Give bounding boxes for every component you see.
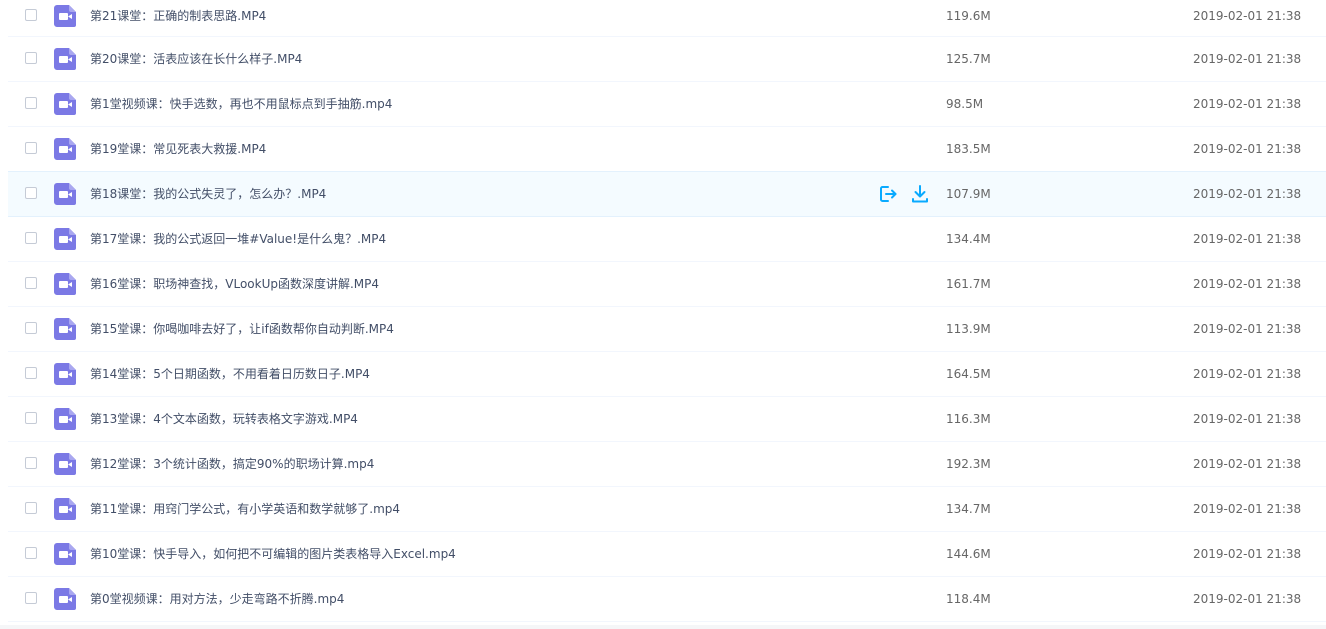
file-row[interactable]: 第11堂课：用窍门学公式，有小学英语和数学就够了.mp4 134.7M 2019… [8, 487, 1326, 532]
row-checkbox[interactable] [25, 457, 37, 469]
file-size: 125.7M [946, 52, 991, 66]
file-row[interactable]: 第20课堂：活表应该在长什么样子.MP4 125.7M 2019-02-01 2… [8, 37, 1326, 82]
file-name[interactable]: 第11堂课：用窍门学公式，有小学英语和数学就够了.mp4 [90, 502, 400, 516]
file-name[interactable]: 第20课堂：活表应该在长什么样子.MP4 [90, 52, 302, 66]
file-row[interactable]: 第0堂视频课：用对方法，少走弯路不折腾.mp4 118.4M 2019-02-0… [8, 577, 1326, 622]
video-file-icon [54, 453, 76, 475]
row-checkbox[interactable] [25, 547, 37, 559]
file-date: 2019-02-01 21:38 [1193, 97, 1302, 111]
video-file-icon [54, 588, 76, 610]
file-size: 119.6M [946, 9, 991, 23]
file-row[interactable]: 第12堂课：3个统计函数，搞定90%的职场计算.mp4 192.3M 2019-… [8, 442, 1326, 487]
file-row-hovered[interactable]: 第18课堂：我的公式失灵了，怎么办？.MP4 107.9M 2019-02-01… [8, 171, 1326, 217]
video-file-icon [54, 48, 76, 70]
row-checkbox[interactable] [25, 232, 37, 244]
row-checkbox[interactable] [25, 322, 37, 334]
file-name[interactable]: 第0堂视频课：用对方法，少走弯路不折腾.mp4 [90, 592, 344, 606]
file-size: 118.4M [946, 592, 991, 606]
file-date: 2019-02-01 21:38 [1193, 412, 1302, 426]
file-date: 2019-02-01 21:38 [1193, 232, 1302, 246]
file-name[interactable]: 第14堂课：5个日期函数，不用看着日历数日子.MP4 [90, 367, 370, 381]
row-actions [878, 184, 930, 204]
download-icon[interactable] [910, 184, 930, 204]
file-row[interactable]: 第14堂课：5个日期函数，不用看着日历数日子.MP4 164.5M 2019-0… [8, 352, 1326, 397]
file-row[interactable]: 第15堂课：你喝咖啡去好了，让if函数帮你自动判断.MP4 113.9M 201… [8, 307, 1326, 352]
file-date: 2019-02-01 21:38 [1193, 367, 1302, 381]
file-name[interactable]: 第12堂课：3个统计函数，搞定90%的职场计算.mp4 [90, 457, 374, 471]
file-row[interactable]: 第21课堂：正确的制表思路.MP4 119.6M 2019-02-01 21:3… [8, 0, 1326, 37]
file-size: 113.9M [946, 322, 991, 336]
file-date: 2019-02-01 21:38 [1193, 187, 1302, 201]
file-name[interactable]: 第13堂课：4个文本函数，玩转表格文字游戏.MP4 [90, 412, 358, 426]
row-checkbox[interactable] [25, 142, 37, 154]
file-name[interactable]: 第17堂课：我的公式返回一堆#Value!是什么鬼？.MP4 [90, 232, 386, 246]
file-row[interactable]: 第19堂课：常见死表大救援.MP4 183.5M 2019-02-01 21:3… [8, 127, 1326, 172]
video-file-icon [54, 5, 76, 27]
row-checkbox[interactable] [25, 412, 37, 424]
file-name[interactable]: 第15堂课：你喝咖啡去好了，让if函数帮你自动判断.MP4 [90, 322, 394, 336]
video-file-icon [54, 228, 76, 250]
row-checkbox[interactable] [25, 277, 37, 289]
file-date: 2019-02-01 21:38 [1193, 457, 1302, 471]
row-checkbox[interactable] [25, 502, 37, 514]
video-file-icon [54, 408, 76, 430]
row-checkbox[interactable] [25, 367, 37, 379]
file-name[interactable]: 第16堂课：职场神查找，VLookUp函数深度讲解.MP4 [90, 277, 379, 291]
file-name[interactable]: 第10堂课：快手导入，如何把不可编辑的图片类表格导入Excel.mp4 [90, 547, 456, 561]
file-size: 134.4M [946, 232, 991, 246]
video-file-icon [54, 138, 76, 160]
file-size: 161.7M [946, 277, 991, 291]
row-checkbox[interactable] [25, 187, 37, 199]
file-row[interactable]: 第16堂课：职场神查找，VLookUp函数深度讲解.MP4 161.7M 201… [8, 262, 1326, 307]
video-file-icon [54, 183, 76, 205]
file-row[interactable]: 第10堂课：快手导入，如何把不可编辑的图片类表格导入Excel.mp4 144.… [8, 532, 1326, 577]
file-size: 134.7M [946, 502, 991, 516]
file-name[interactable]: 第1堂视频课：快手选数，再也不用鼠标点到手抽筋.mp4 [90, 97, 392, 111]
file-date: 2019-02-01 21:38 [1193, 9, 1302, 23]
file-size: 116.3M [946, 412, 991, 426]
file-row[interactable]: 第17堂课：我的公式返回一堆#Value!是什么鬼？.MP4 134.4M 20… [8, 217, 1326, 262]
video-file-icon [54, 273, 76, 295]
file-date: 2019-02-01 21:38 [1193, 277, 1302, 291]
file-date: 2019-02-01 21:38 [1193, 322, 1302, 336]
video-file-icon [54, 363, 76, 385]
file-size: 107.9M [946, 187, 991, 201]
file-name[interactable]: 第21课堂：正确的制表思路.MP4 [90, 9, 266, 23]
file-date: 2019-02-01 21:38 [1193, 142, 1302, 156]
row-checkbox[interactable] [25, 97, 37, 109]
file-name[interactable]: 第19堂课：常见死表大救援.MP4 [90, 142, 266, 156]
file-date: 2019-02-01 21:38 [1193, 502, 1302, 516]
video-file-icon [54, 93, 76, 115]
row-checkbox[interactable] [25, 52, 37, 64]
file-size: 192.3M [946, 457, 991, 471]
file-name[interactable]: 第18课堂：我的公式失灵了，怎么办？.MP4 [90, 187, 326, 201]
video-file-icon [54, 543, 76, 565]
row-checkbox[interactable] [25, 592, 37, 604]
file-list: 第21课堂：正确的制表思路.MP4 119.6M 2019-02-01 21:3… [8, 0, 1326, 622]
file-date: 2019-02-01 21:38 [1193, 547, 1302, 561]
file-row[interactable]: 第13堂课：4个文本函数，玩转表格文字游戏.MP4 116.3M 2019-02… [8, 397, 1326, 442]
file-date: 2019-02-01 21:38 [1193, 52, 1302, 66]
file-size: 98.5M [946, 97, 984, 111]
video-file-icon [54, 498, 76, 520]
file-size: 164.5M [946, 367, 991, 381]
file-date: 2019-02-01 21:38 [1193, 592, 1302, 606]
list-bottom-edge [0, 625, 1326, 629]
file-row[interactable]: 第1堂视频课：快手选数，再也不用鼠标点到手抽筋.mp4 98.5M 2019-0… [8, 82, 1326, 127]
share-icon[interactable] [878, 184, 898, 204]
row-checkbox[interactable] [25, 9, 37, 21]
file-size: 183.5M [946, 142, 991, 156]
file-size: 144.6M [946, 547, 991, 561]
video-file-icon [54, 318, 76, 340]
